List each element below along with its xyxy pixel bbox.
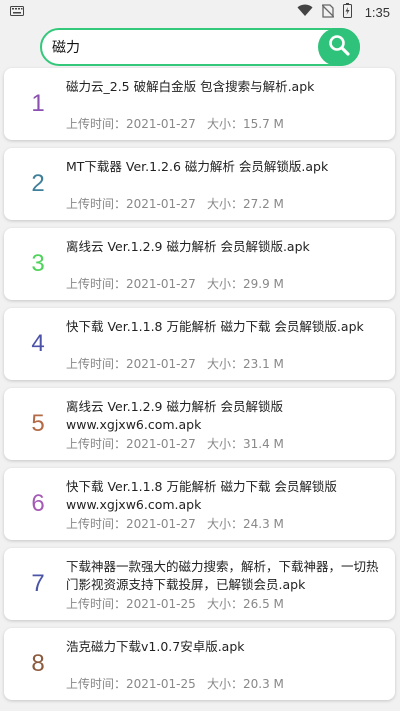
- item-meta: 上传时间：2021-01-27 大小：29.9 M: [66, 275, 284, 292]
- battery-icon: [342, 3, 352, 21]
- file-size: 23.1 M: [243, 357, 284, 371]
- upload-time-label: 上传时间：: [66, 517, 127, 531]
- item-number: 6: [31, 490, 45, 517]
- list-item[interactable]: 7 下载神器一款强大的磁力搜索，解析，下载神器，一切热门影视资源支持下载投屏，已…: [4, 548, 395, 620]
- clock: 1:35: [364, 4, 390, 20]
- item-meta: 上传时间：2021-01-25 大小：20.3 M: [66, 675, 284, 692]
- upload-time-label: 上传时间：: [66, 597, 127, 611]
- item-title: 快下载 Ver.1.1.8 万能解析 磁力下载 会员解锁版 www.xgjxw6…: [66, 479, 337, 512]
- search-bar: [0, 26, 400, 68]
- upload-date: 2021-01-27: [126, 437, 196, 451]
- item-meta: 上传时间：2021-01-27 大小：15.7 M: [66, 115, 284, 132]
- item-number: 1: [31, 90, 45, 117]
- search-input[interactable]: [52, 30, 312, 64]
- item-number: 8: [31, 650, 45, 677]
- upload-time-label: 上传时间：: [66, 277, 127, 291]
- upload-time-label: 上传时间：: [66, 357, 127, 371]
- file-size: 20.3 M: [243, 677, 284, 691]
- search-box: [40, 28, 360, 66]
- file-size: 31.4 M: [243, 437, 284, 451]
- file-size: 15.7 M: [243, 117, 284, 131]
- item-number: 2: [31, 170, 45, 197]
- status-bar: 1:35: [0, 0, 400, 24]
- item-meta: 上传时间：2021-01-27 大小：23.1 M: [66, 355, 284, 372]
- item-number: 7: [31, 570, 45, 597]
- size-label: 大小：: [207, 597, 244, 611]
- list-item[interactable]: 3 离线云 Ver.1.2.9 磁力解析 会员解锁版.apk 上传时间：2021…: [4, 228, 395, 300]
- wifi-icon: [297, 4, 313, 20]
- item-meta: 上传时间：2021-01-27 大小：27.2 M: [66, 195, 284, 212]
- list-item[interactable]: 1 磁力云_2.5 破解白金版 包含搜索与解析.apk 上传时间：2021-01…: [4, 68, 395, 140]
- size-label: 大小：: [207, 677, 244, 691]
- upload-date: 2021-01-27: [126, 197, 196, 211]
- item-title: 浩克磁力下载v1.0.7安卓版.apk: [66, 639, 245, 654]
- file-size: 29.9 M: [243, 277, 284, 291]
- item-meta: 上传时间：2021-01-25 大小：26.5 M: [66, 595, 284, 612]
- upload-time-label: 上传时间：: [66, 117, 127, 131]
- item-title: 快下载 Ver.1.1.8 万能解析 磁力下载 会员解锁版.apk: [66, 319, 364, 334]
- list-item[interactable]: 8 浩克磁力下载v1.0.7安卓版.apk 上传时间：2021-01-25 大小…: [4, 628, 395, 700]
- item-number: 3: [31, 250, 45, 277]
- upload-date: 2021-01-27: [126, 277, 196, 291]
- size-label: 大小：: [207, 197, 244, 211]
- upload-time-label: 上传时间：: [66, 437, 127, 451]
- size-label: 大小：: [207, 277, 244, 291]
- list-item[interactable]: 2 MT下载器 Ver.1.2.6 磁力解析 会员解锁版.apk 上传时间：20…: [4, 148, 395, 220]
- file-size: 24.3 M: [243, 517, 284, 531]
- list-item[interactable]: 4 快下载 Ver.1.1.8 万能解析 磁力下载 会员解锁版.apk 上传时间…: [4, 308, 395, 380]
- list-item[interactable]: 5 离线云 Ver.1.2.9 磁力解析 会员解锁版 www.xgjxw6.co…: [4, 388, 395, 460]
- size-label: 大小：: [207, 117, 244, 131]
- search-button[interactable]: [318, 28, 360, 66]
- size-label: 大小：: [207, 517, 244, 531]
- item-number: 4: [31, 330, 45, 357]
- no-sim-icon: [321, 3, 335, 21]
- item-title: 磁力云_2.5 破解白金版 包含搜索与解析.apk: [66, 79, 315, 94]
- upload-date: 2021-01-27: [126, 357, 196, 371]
- item-title: 下载神器一款强大的磁力搜索，解析，下载神器，一切热门影视资源支持下载投屏，已解锁…: [66, 559, 379, 592]
- upload-date: 2021-01-25: [126, 677, 196, 691]
- file-size: 26.5 M: [243, 597, 284, 611]
- item-meta: 上传时间：2021-01-27 大小：24.3 M: [66, 515, 284, 532]
- list-item[interactable]: 6 快下载 Ver.1.1.8 万能解析 磁力下载 会员解锁版 www.xgjx…: [4, 468, 395, 540]
- upload-date: 2021-01-27: [126, 117, 196, 131]
- upload-date: 2021-01-25: [126, 597, 196, 611]
- search-icon: [327, 33, 351, 61]
- upload-time-label: 上传时间：: [66, 197, 127, 211]
- upload-time-label: 上传时间：: [66, 677, 127, 691]
- upload-date: 2021-01-27: [126, 517, 196, 531]
- size-label: 大小：: [207, 357, 244, 371]
- item-number: 5: [31, 410, 45, 437]
- keyboard-icon: [10, 5, 24, 19]
- item-title: MT下载器 Ver.1.2.6 磁力解析 会员解锁版.apk: [66, 159, 329, 174]
- item-title: 离线云 Ver.1.2.9 磁力解析 会员解锁版.apk: [66, 239, 310, 254]
- size-label: 大小：: [207, 437, 244, 451]
- file-size: 27.2 M: [243, 197, 284, 211]
- item-title: 离线云 Ver.1.2.9 磁力解析 会员解锁版 www.xgjxw6.com.…: [66, 399, 283, 432]
- item-meta: 上传时间：2021-01-27 大小：31.4 M: [66, 435, 284, 452]
